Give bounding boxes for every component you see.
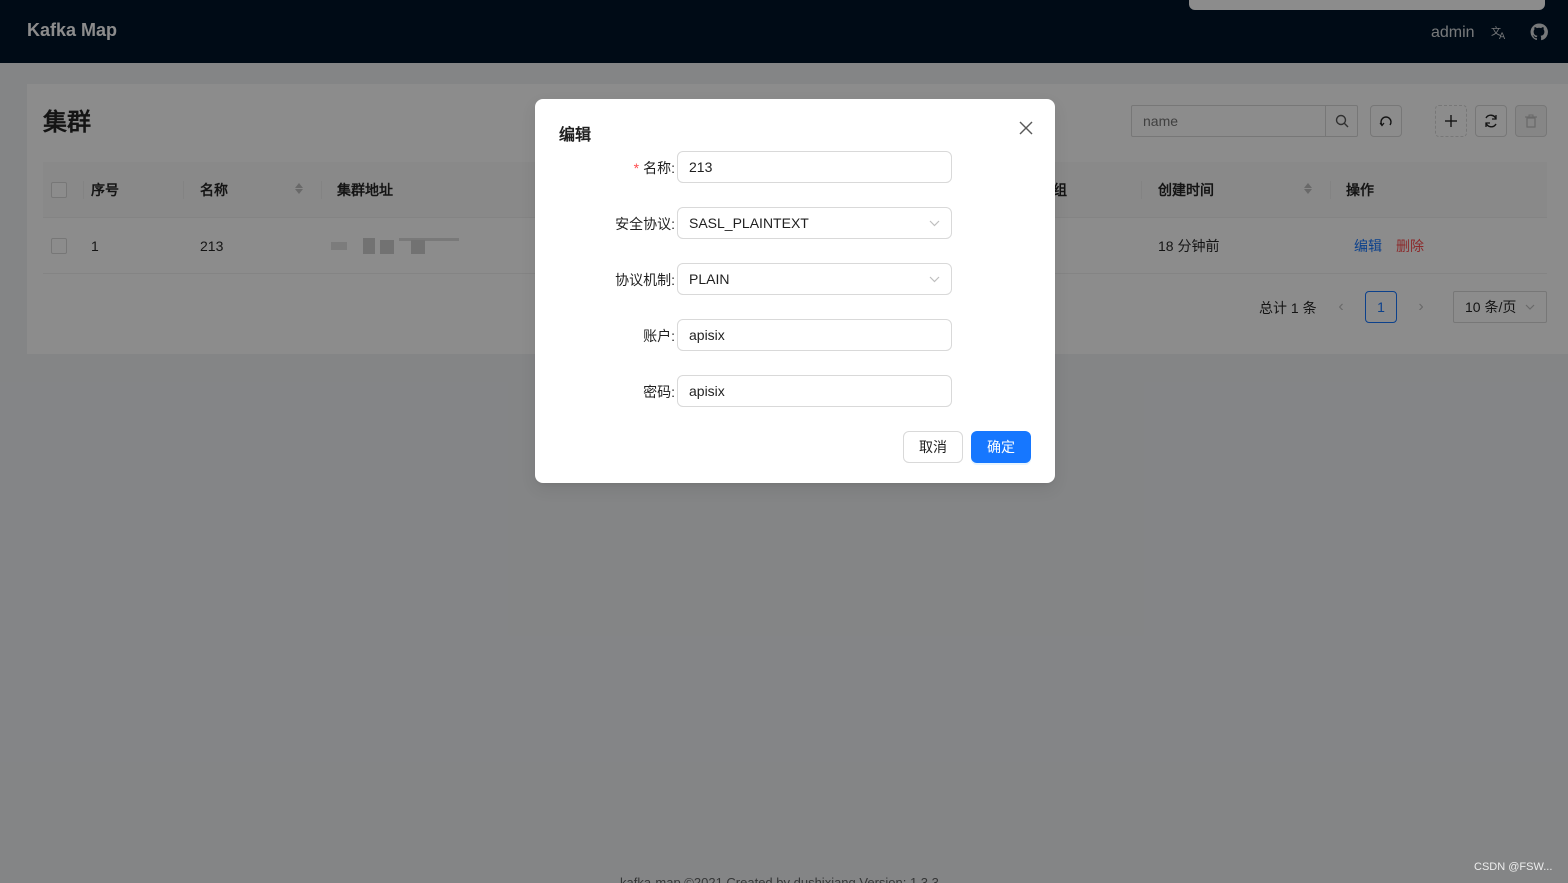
- modal-title: 编辑: [559, 127, 592, 144]
- mechanism-select[interactable]: PLAIN: [677, 263, 952, 295]
- security-protocol-select[interactable]: SASL_PLAINTEXT: [677, 207, 952, 239]
- close-icon: [1019, 121, 1033, 135]
- username-label: 账户:: [643, 328, 675, 344]
- chevron-down-icon: [929, 220, 940, 226]
- security-protocol-value: SASL_PLAINTEXT: [689, 215, 809, 231]
- mechanism-value: PLAIN: [689, 271, 730, 287]
- required-mark: *: [633, 160, 640, 176]
- password-label: 密码:: [643, 384, 675, 400]
- ok-button[interactable]: 确定: [971, 431, 1031, 463]
- username-input[interactable]: apisix: [677, 319, 952, 351]
- mechanism-label: 协议机制:: [615, 272, 675, 288]
- security-protocol-label: 安全协议:: [615, 216, 675, 232]
- password-input[interactable]: apisix: [677, 375, 952, 407]
- modal-close-button[interactable]: [1015, 117, 1037, 139]
- name-input[interactable]: 213: [677, 151, 952, 183]
- watermark: CSDN @FSW...: [1474, 861, 1553, 873]
- name-label: * 名称:: [633, 160, 675, 176]
- chevron-down-icon: [929, 276, 940, 282]
- cancel-button[interactable]: 取消: [903, 431, 963, 463]
- edit-cluster-modal: 编辑 * 名称: 213 安全协议: SASL_PLAINTEXT 协议机制: P…: [535, 99, 1055, 483]
